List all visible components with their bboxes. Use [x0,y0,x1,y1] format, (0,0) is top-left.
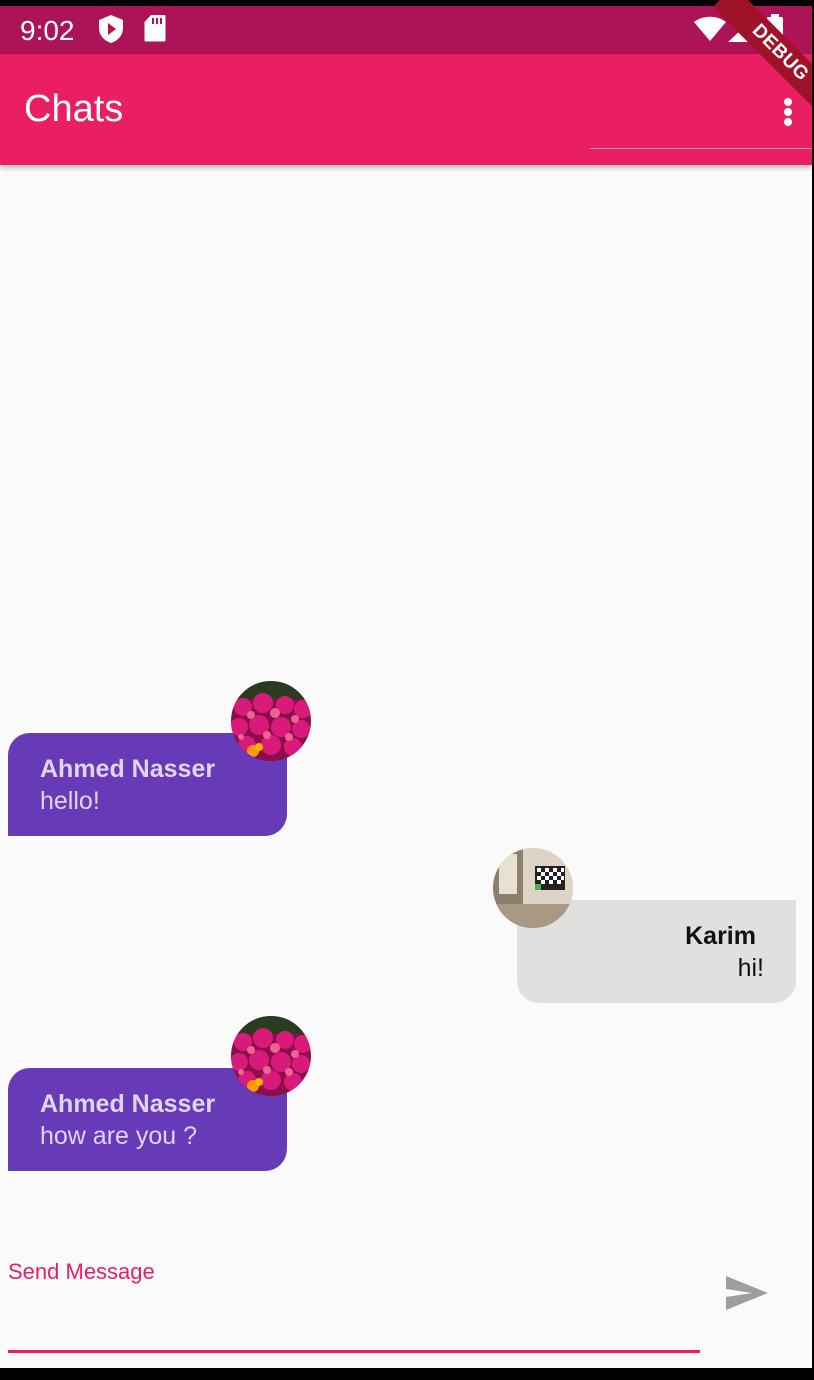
flowers-avatar[interactable] [231,681,311,761]
message-input-label: Send Message [8,1259,155,1284]
signal-icon [728,16,756,47]
status-bar: 9:02 [0,0,812,54]
message-text: hi! [737,954,764,982]
wifi-icon [694,16,726,47]
send-button[interactable] [722,1270,774,1316]
sd-card-icon [144,14,166,47]
app-bar: Chats [0,54,812,165]
app-bar-divider [590,148,812,149]
chat-screen: 9:02 Chats DEBUG Ahmed Nasser hello! Kar… [0,0,812,1368]
flowers-avatar[interactable] [231,1016,311,1096]
message-input[interactable] [8,1285,702,1347]
battery-icon [766,14,784,49]
message-sender: Ahmed Nasser [40,755,216,783]
message-text: hello! [40,787,100,815]
more-vert-icon[interactable] [772,92,804,132]
message-sender: Karim [685,922,756,950]
message-sender: Ahmed Nasser [40,1090,216,1118]
message-input-underline [8,1350,700,1353]
send-icon [726,1276,768,1310]
message-text: how are you ? [40,1122,198,1150]
shield-play-icon [98,14,124,49]
page-title: Chats [24,88,124,130]
status-time: 9:02 [20,15,75,46]
room-avatar[interactable] [493,848,573,928]
